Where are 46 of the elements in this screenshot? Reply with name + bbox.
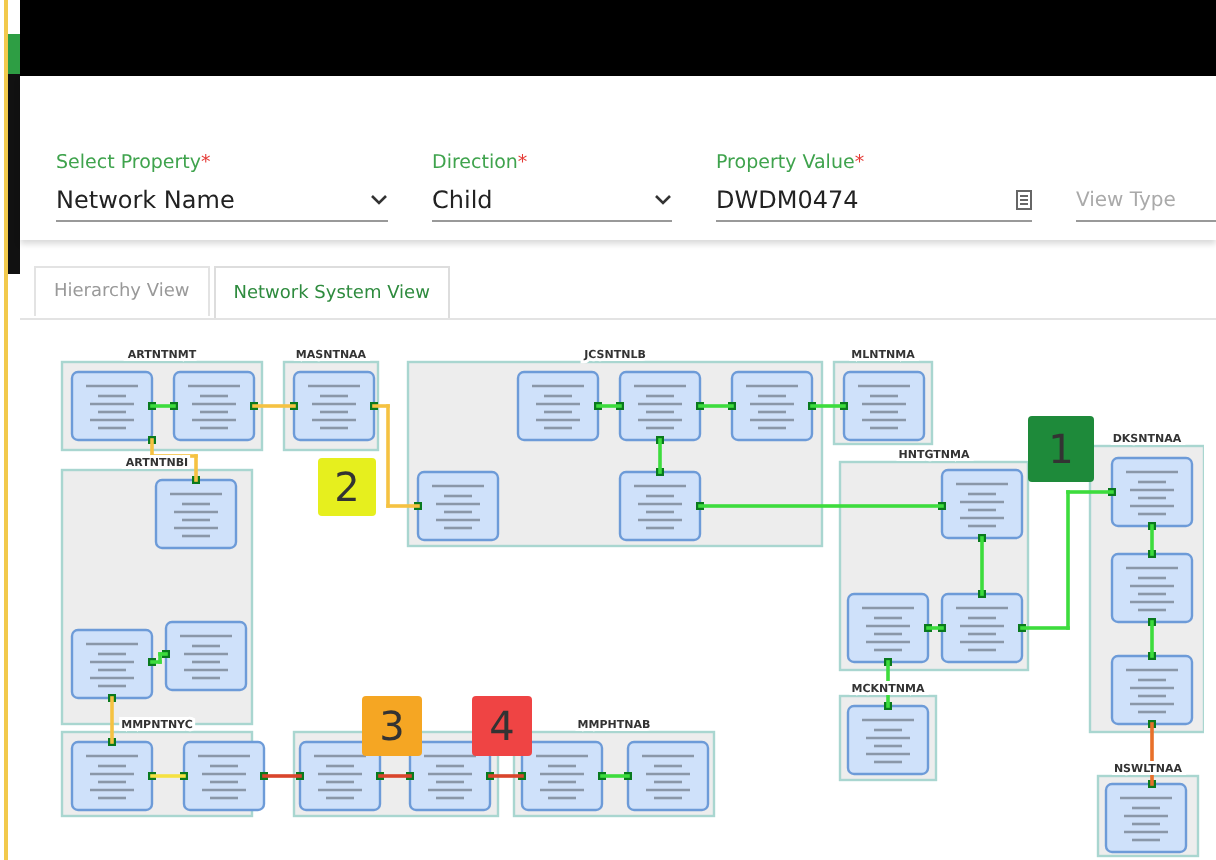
device-node[interactable] — [618, 370, 702, 442]
device-node[interactable] — [846, 592, 930, 664]
device-node[interactable] — [626, 740, 710, 812]
device-node[interactable] — [164, 620, 248, 692]
document-icon — [1016, 190, 1032, 210]
device-node[interactable] — [172, 370, 256, 442]
field-label: Direction — [432, 152, 518, 178]
device-node[interactable] — [730, 370, 814, 442]
connector-line — [1020, 490, 1114, 630]
chevron-icon — [654, 194, 672, 206]
device-node[interactable] — [1110, 552, 1194, 624]
device-node[interactable] — [416, 470, 500, 542]
device-node[interactable] — [516, 370, 600, 442]
field-label: Property Value — [716, 152, 855, 178]
device-node[interactable] — [846, 704, 930, 776]
field-label: Select Property — [56, 152, 202, 178]
device-node[interactable] — [940, 592, 1024, 664]
connector-line — [372, 404, 420, 508]
device-node[interactable] — [70, 370, 154, 442]
device-node[interactable] — [408, 740, 492, 812]
device-node[interactable] — [1104, 782, 1188, 854]
chevron-icon — [370, 194, 388, 206]
device-node[interactable] — [182, 740, 266, 812]
device-node[interactable] — [520, 740, 604, 812]
required-mark: * — [854, 152, 865, 178]
device-node[interactable] — [1110, 654, 1194, 726]
dropdown-field[interactable]: Network Name — [56, 182, 388, 222]
required-mark: * — [201, 152, 211, 178]
device-node[interactable] — [70, 628, 154, 700]
device-node[interactable] — [1110, 456, 1194, 528]
device-node[interactable] — [618, 470, 702, 542]
device-node[interactable] — [292, 370, 376, 442]
device-node[interactable] — [842, 370, 926, 442]
input-field[interactable]: DWDM0474 — [716, 182, 1032, 222]
device-node[interactable] — [70, 740, 154, 812]
number-marker: 4 — [472, 696, 532, 756]
device-node[interactable] — [154, 478, 238, 550]
device-node[interactable] — [940, 468, 1024, 540]
device-node[interactable] — [298, 740, 382, 812]
number-marker: 2 — [318, 458, 376, 516]
view-tab[interactable]: Network System View — [213, 266, 450, 318]
dropdown-field[interactable]: Child — [432, 182, 672, 222]
number-marker: 1 — [1028, 416, 1094, 482]
connector-line — [150, 652, 168, 664]
number-marker: 3 — [362, 696, 422, 756]
required-mark: * — [517, 152, 528, 178]
